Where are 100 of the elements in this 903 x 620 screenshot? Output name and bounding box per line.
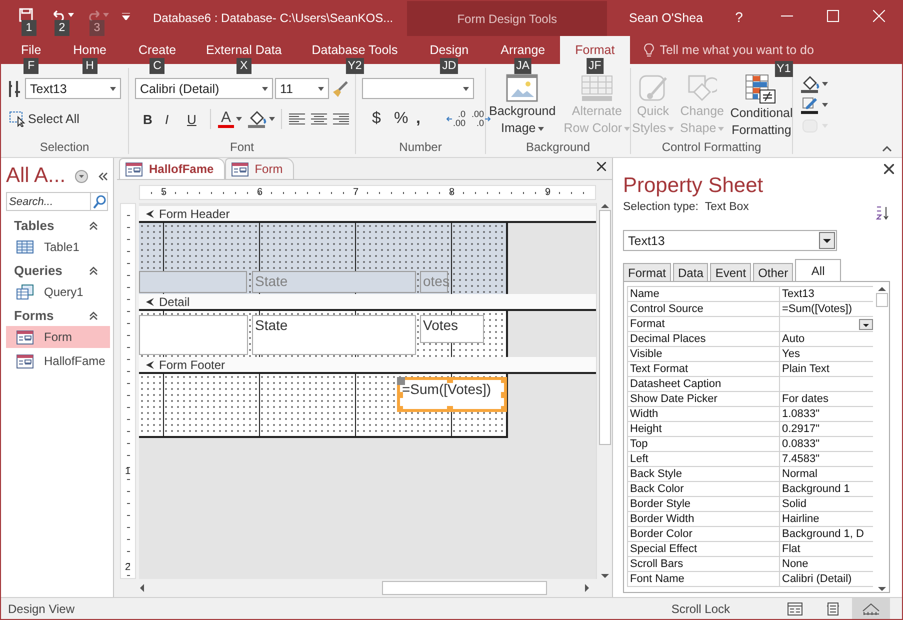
property-tab[interactable]: Other xyxy=(753,263,794,281)
font-color-button[interactable]: A xyxy=(216,108,244,130)
sort-button[interactable] xyxy=(876,206,890,220)
section-bar[interactable]: Detail xyxy=(139,294,596,311)
font-style-button[interactable]: B xyxy=(141,108,161,130)
text-box[interactable]: Votes xyxy=(420,315,484,343)
caret-icon xyxy=(822,103,828,107)
caret-icon xyxy=(122,13,130,20)
property-value[interactable]: Solid xyxy=(779,497,873,511)
close-button[interactable] xyxy=(884,164,894,174)
number-format-button[interactable]: $ xyxy=(370,108,390,130)
font-size-combo[interactable]: 11 xyxy=(275,78,329,99)
section-bar[interactable]: Form Footer xyxy=(139,357,596,374)
number-format-button[interactable]: , xyxy=(414,108,434,130)
collapse-ribbon-button[interactable] xyxy=(880,144,894,154)
keytip: 2 xyxy=(54,20,70,36)
property-value[interactable]: Background 1, D xyxy=(779,527,873,541)
keytip: JA xyxy=(514,58,532,74)
property-name: Datasheet Caption xyxy=(627,377,779,391)
collapse-pane-button[interactable] xyxy=(98,172,108,180)
keytip: Y1 xyxy=(774,61,793,77)
keytip: Y2 xyxy=(346,58,364,74)
font-name-combo[interactable]: Calibri (Detail) xyxy=(135,78,273,99)
property-value[interactable]: Calibri (Detail) xyxy=(779,572,873,586)
property-value[interactable] xyxy=(779,317,873,331)
property-value[interactable]: Auto xyxy=(779,332,873,346)
keytip: H xyxy=(82,58,98,74)
background-image-button[interactable]: Background Image xyxy=(486,74,559,136)
navigation-group-header[interactable]: Tables xyxy=(6,215,108,236)
document-tab[interactable]: HallofFame xyxy=(119,158,225,179)
navigation-group-header[interactable]: Forms xyxy=(6,305,108,326)
property-value[interactable]: 1.0833" xyxy=(779,407,873,421)
tell-me-field[interactable]: Tell me what you want to do xyxy=(660,43,814,57)
scroll-lock-indicator: Scroll Lock xyxy=(671,602,730,616)
form-icon xyxy=(16,330,34,344)
font-style-button[interactable]: I xyxy=(163,108,183,130)
property-tab[interactable]: Data xyxy=(673,263,708,281)
scroll-left-icon xyxy=(139,584,144,592)
view-button[interactable] xyxy=(852,598,890,619)
query-icon xyxy=(16,284,34,300)
navigation-group-header[interactable]: Queries xyxy=(6,260,108,281)
section-marker-icon xyxy=(145,296,155,306)
property-tab[interactable]: All xyxy=(795,259,842,281)
scroll-up-icon xyxy=(878,286,886,291)
vertical-scrollbar[interactable] xyxy=(875,286,889,592)
text-box[interactable]: =Sum([Votes]) xyxy=(397,377,507,412)
property-value[interactable]: Hairline xyxy=(779,512,873,526)
property-value[interactable]: =Sum([Votes]) xyxy=(779,302,873,316)
property-value[interactable]: 7.4583" xyxy=(779,452,873,466)
property-value[interactable]: Text13 xyxy=(779,287,873,301)
navigation-item[interactable]: HallofFame xyxy=(6,350,110,372)
brush-icon xyxy=(638,74,668,102)
form-icon xyxy=(125,162,143,176)
close-document-button[interactable] xyxy=(597,162,606,171)
property-value[interactable]: For dates xyxy=(779,392,873,406)
scroll-thumb[interactable] xyxy=(598,210,610,445)
scroll-thumb[interactable] xyxy=(876,293,888,307)
customize-button[interactable] xyxy=(122,10,130,23)
section-bar[interactable]: Form Header xyxy=(139,206,596,223)
group-label: Background xyxy=(524,140,592,154)
navigation-item[interactable]: Form xyxy=(6,326,110,348)
document-tab[interactable]: Form xyxy=(224,158,294,179)
property-value[interactable]: Normal xyxy=(779,467,873,481)
navigation-item[interactable]: Table1 xyxy=(6,236,110,258)
navigation-menu-button[interactable] xyxy=(75,170,88,182)
search-button[interactable] xyxy=(90,192,108,211)
property-name: Font Name xyxy=(627,572,779,586)
property-value[interactable]: Yes xyxy=(779,347,873,361)
selection-type: Selection type: Text Box xyxy=(623,201,749,213)
property-value[interactable]: Flat xyxy=(779,542,873,556)
increase-decimals-button[interactable]: .0 .00 xyxy=(444,110,468,128)
format-painter-button[interactable] xyxy=(331,80,349,98)
search-field[interactable]: Search... xyxy=(6,192,90,211)
conditional-formatting-button[interactable]: Conditional Formatting xyxy=(729,74,794,138)
user-name: Sean O'Shea xyxy=(629,10,704,25)
property-value[interactable]: Background 1 xyxy=(779,482,873,496)
navigation-item[interactable]: Query1 xyxy=(6,281,110,303)
caret-icon xyxy=(68,12,74,16)
property-value[interactable]: None xyxy=(779,557,873,571)
select-all-button[interactable]: Select All xyxy=(7,108,124,130)
object-combo[interactable]: Text13 xyxy=(623,230,837,251)
property-value[interactable]: Plain Text xyxy=(779,362,873,376)
property-name: Name xyxy=(627,287,779,301)
form-view-icon xyxy=(787,602,803,616)
number-format-button[interactable]: % xyxy=(392,108,412,130)
property-value[interactable]: 0.0833" xyxy=(779,437,873,451)
property-tab[interactable]: Event xyxy=(710,263,752,281)
arrow-icon xyxy=(485,116,492,122)
property-name: Border Color xyxy=(627,527,779,541)
object-combo[interactable]: Text13 xyxy=(25,78,121,99)
group-label: Number xyxy=(398,140,443,154)
maximize-icon xyxy=(827,10,839,22)
status-text: Design View xyxy=(8,602,74,616)
font-style-button[interactable]: U xyxy=(185,108,205,130)
property-value[interactable]: 0.2917" xyxy=(779,422,873,436)
property-tab[interactable]: Format xyxy=(623,263,672,281)
text-box[interactable]: State xyxy=(252,315,416,355)
scroll-thumb[interactable] xyxy=(382,581,547,595)
double-chevron-left-icon xyxy=(98,172,108,180)
help-button[interactable]: ? xyxy=(724,5,754,29)
